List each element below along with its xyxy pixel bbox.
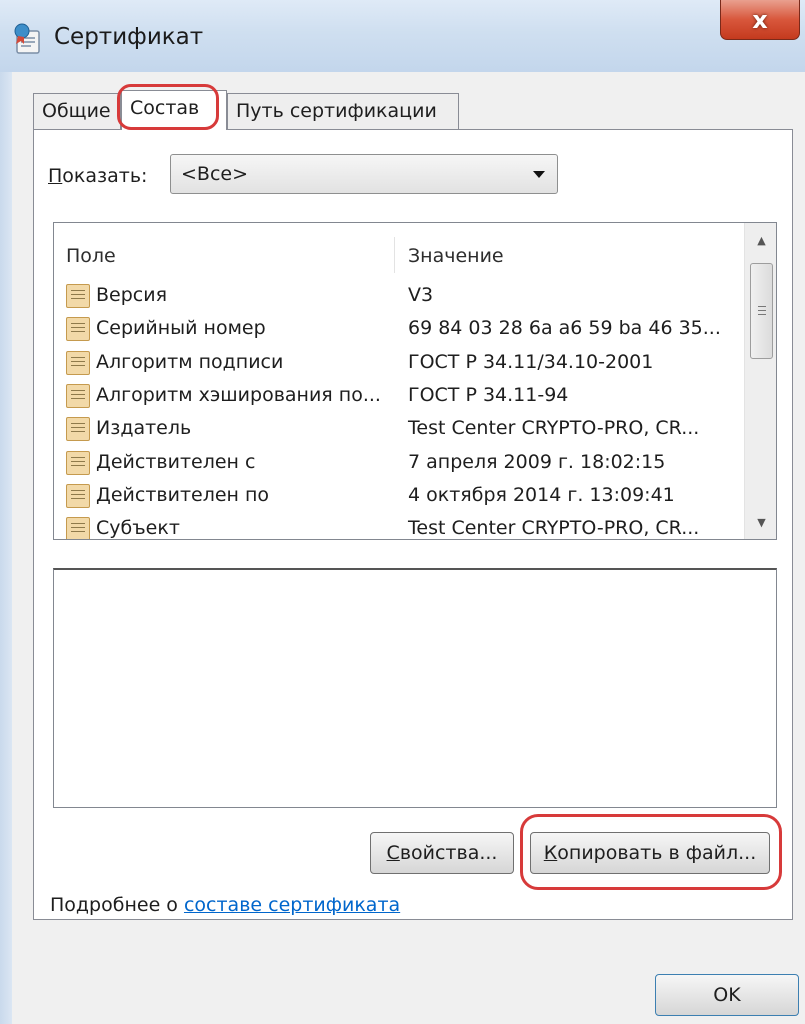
document-field-icon bbox=[66, 317, 90, 342]
row-field-value: ГОСТ Р 34.11/34.10-2001 bbox=[408, 350, 654, 373]
properties-button[interactable]: Свойства... bbox=[370, 832, 514, 874]
list-item[interactable]: Алгоритм подписи ГОСТ Р 34.11/34.10-2001 bbox=[66, 346, 742, 379]
field-value-textbox[interactable] bbox=[53, 568, 777, 808]
tab-certification-path[interactable]: Путь сертификации bbox=[227, 93, 459, 129]
list-item[interactable]: Субъект Test Center CRYPTO-PRO, CR... bbox=[66, 512, 742, 540]
row-field-name: Алгоритм подписи bbox=[96, 350, 284, 373]
document-field-icon bbox=[66, 350, 90, 375]
scroll-up-icon[interactable]: ▲ bbox=[745, 223, 776, 257]
certificate-icon bbox=[14, 23, 40, 54]
list-scrollbar[interactable]: ▲ ▼ bbox=[744, 223, 776, 539]
close-button[interactable]: x bbox=[720, 0, 800, 40]
list-header: Поле Значение bbox=[54, 223, 744, 275]
row-field-value: ГОСТ Р 34.11-94 bbox=[408, 383, 569, 406]
show-select-value: <Все> bbox=[181, 163, 249, 185]
window-title: Сертификат bbox=[54, 24, 204, 50]
row-field-name: Серийный номер bbox=[96, 317, 266, 340]
document-field-icon bbox=[66, 417, 90, 442]
document-field-icon bbox=[66, 383, 90, 408]
ok-button[interactable]: OK bbox=[655, 974, 799, 1016]
list-item[interactable]: Серийный номер 69 84 03 28 6a a6 59 ba 46… bbox=[66, 312, 742, 345]
list-item[interactable]: Алгоритм хэширования по... ГОСТ Р 34.11-9… bbox=[66, 379, 742, 412]
show-select[interactable]: <Все> bbox=[170, 154, 558, 194]
document-field-icon bbox=[66, 517, 90, 539]
row-field-name: Действителен по bbox=[96, 483, 270, 506]
document-field-icon bbox=[66, 284, 90, 308]
row-field-name: Действителен с bbox=[96, 450, 256, 473]
tab-general-label: Общие bbox=[42, 100, 111, 122]
close-icon: x bbox=[752, 5, 768, 34]
row-field-name: Субъект bbox=[96, 517, 180, 540]
row-field-name: Алгоритм хэширования по... bbox=[96, 383, 381, 406]
column-header-field[interactable]: Поле bbox=[66, 245, 116, 267]
certificate-window: Сертификат x Общие Состав Путь сертифика… bbox=[0, 0, 805, 1024]
chevron-down-icon bbox=[533, 171, 545, 178]
certificate-details-link[interactable]: составе сертификата bbox=[184, 894, 400, 916]
show-label: Показать: bbox=[48, 165, 148, 187]
scroll-thumb[interactable] bbox=[750, 263, 773, 359]
more-info-text: Подробнее о составе сертификата bbox=[50, 894, 401, 916]
fields-list[interactable]: Поле Значение Версия V3 Серийный номер 69 8… bbox=[53, 222, 777, 540]
list-item[interactable]: Действителен с 7 апреля 2009 г. 18:02:15 bbox=[66, 446, 742, 479]
column-header-value[interactable]: Значение bbox=[408, 245, 504, 267]
tab-details[interactable]: Состав bbox=[121, 90, 227, 130]
row-field-value: 7 апреля 2009 г. 18:02:15 bbox=[408, 450, 666, 473]
row-field-value: 69 84 03 28 6a a6 59 ba 46 35... bbox=[408, 317, 721, 340]
row-field-value: Test Center CRYPTO-PRO, CR... bbox=[408, 517, 700, 540]
row-field-value: V3 bbox=[408, 284, 434, 306]
copy-to-file-button[interactable]: Копировать в файл... bbox=[530, 832, 770, 874]
title-bar[interactable]: Сертификат x bbox=[0, 0, 805, 72]
list-item[interactable]: Издатель Test Center CRYPTO-PRO, CR... bbox=[66, 412, 742, 445]
row-field-name: Издатель bbox=[96, 417, 192, 440]
tab-general[interactable]: Общие bbox=[33, 93, 121, 129]
row-field-value: Test Center CRYPTO-PRO, CR... bbox=[408, 417, 700, 440]
window-border bbox=[0, 72, 12, 1024]
row-field-value: 4 октября 2014 г. 13:09:41 bbox=[408, 483, 675, 506]
list-item[interactable]: Действителен по 4 октября 2014 г. 13:09:4… bbox=[66, 479, 742, 512]
document-field-icon bbox=[66, 483, 90, 508]
row-field-name: Версия bbox=[96, 284, 168, 306]
scroll-down-icon[interactable]: ▼ bbox=[745, 505, 776, 539]
tab-details-label: Состав bbox=[130, 97, 200, 119]
document-field-icon bbox=[66, 450, 90, 475]
column-separator[interactable] bbox=[394, 237, 395, 273]
list-item[interactable]: Версия V3 bbox=[66, 279, 742, 312]
tab-certification-path-label: Путь сертификации bbox=[236, 100, 437, 122]
